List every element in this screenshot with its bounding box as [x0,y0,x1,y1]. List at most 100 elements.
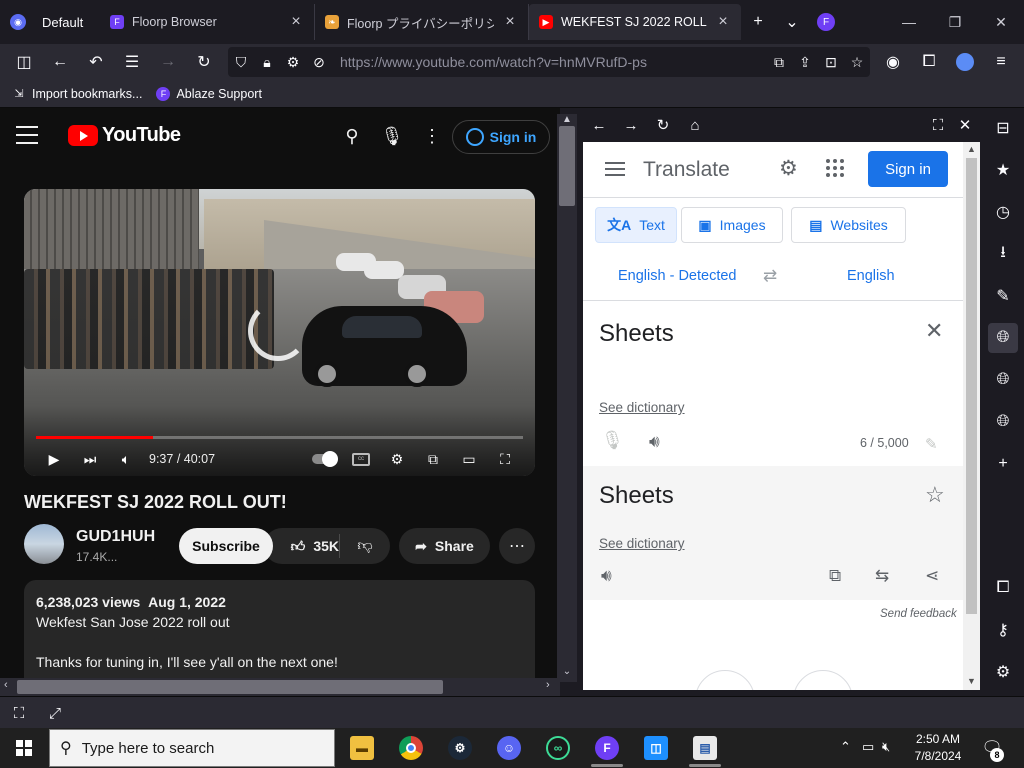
scroll-left-icon[interactable]: ‹ [4,679,8,691]
share-button[interactable]: ➦ Share [399,528,490,564]
settings-menu-button[interactable]: ⋮ [420,124,444,148]
mode-text-button[interactable]: 文A Text [595,207,677,243]
bookmark-ablaze-support[interactable]: F Ablaze Support [156,86,262,101]
undo-close-tab-button[interactable]: ↶ [78,46,114,78]
video-player[interactable]: ▶ ⏭ 🔈︎ 9:37 / 40:07 cc ⚙ ⧉ ▭ ⛶ [24,189,535,476]
sidebar-toggle-button[interactable]: ◫ [6,46,42,78]
source-language-selector[interactable]: English - Detected [618,268,736,284]
close-icon[interactable]: × [715,13,731,31]
account-button[interactable]: ◉ [875,46,911,78]
rate-translation-icon[interactable]: ⇆ [875,566,889,586]
scroll-down-icon[interactable]: ▼ [963,676,980,686]
extensions-button[interactable]: ⧠ [911,46,947,78]
youtube-horizontal-scrollbar[interactable]: ‹ › [0,678,560,696]
channel-name[interactable]: GUD1HUH [76,528,155,546]
mute-button[interactable]: 🔈︎ [114,447,138,471]
translate-menu-button[interactable] [605,162,625,180]
sidebar-history-button[interactable]: ◷ [988,197,1018,227]
source-text-input[interactable]: Sheets [599,320,674,348]
screenshot-button[interactable]: ⛶ [8,703,30,723]
youtube-vertical-scrollbar[interactable]: ▲ ⌄ [557,114,577,682]
autoplay-blocked-icon[interactable]: ⊘ [306,54,332,71]
send-feedback-link[interactable]: Send feedback [880,608,957,620]
sidebar-add-panel-button[interactable]: + [988,449,1018,479]
captions-button[interactable]: cc [348,447,374,471]
panel-expand-button[interactable]: ⛶ [926,114,950,136]
share-icon[interactable]: ⋖ [925,566,939,586]
sidebar-toolbox-button[interactable]: ⊟ [988,113,1018,143]
tree-tabs-button[interactable]: ☰ [114,46,150,78]
panel-close-button[interactable]: ✕ [953,114,977,136]
voice-input-icon[interactable]: 🎙︎ [601,430,624,451]
miniplayer-button[interactable]: ⧉ [420,447,446,471]
bookmark-import[interactable]: ⇲ Import bookmarks... [12,87,142,101]
settings-button[interactable]: ⚙ [384,447,410,471]
tab-floorp-browser[interactable]: F Floorp Browser × [100,4,315,40]
taskbar-app-news[interactable]: ▤ [681,728,729,768]
next-button[interactable]: ⏭ [78,447,102,471]
taskbar-floorp[interactable]: F [583,728,631,768]
dislike-button[interactable]: 👎︎ [340,537,390,555]
save-translation-star-icon[interactable]: ☆ [925,482,945,508]
like-button[interactable]: 👍︎ 35K [264,534,340,558]
taskbar-clock[interactable]: 2:50 AM 7/8/2024 [900,731,976,765]
target-language-selector[interactable]: English [847,268,895,284]
sidebar-settings-button[interactable]: ⚙ [988,657,1018,687]
start-button[interactable] [0,728,48,768]
youtube-logo[interactable]: YouTube [68,124,181,147]
mode-websites-button[interactable]: ▤ Websites [791,207,906,243]
video-progress-bar[interactable] [36,436,523,439]
scrollbar-thumb[interactable] [966,158,977,614]
taskbar-app-green[interactable]: ∞ [534,728,582,768]
sidebar-notes-button[interactable]: ✎ [988,281,1018,311]
shield-icon[interactable]: ⛉ [228,54,254,71]
sidebar-bookmarks-button[interactable]: ★ [988,155,1018,185]
tray-overflow-button[interactable]: ⌃ [840,739,851,755]
scroll-down-icon[interactable]: ⌄ [557,666,577,677]
search-button[interactable]: ⚲ [340,124,364,148]
back-button[interactable]: ← [42,46,78,78]
new-tab-button[interactable]: + [741,4,775,40]
scroll-up-icon[interactable]: ▲ [963,144,980,154]
forward-button[interactable]: → [150,46,186,78]
sidebar-addons-button[interactable]: ⧠ [988,573,1018,603]
minimize-button[interactable]: — [886,0,932,44]
picture-in-picture-icon[interactable]: ⧉ [766,54,792,71]
translate-title[interactable]: Translate [643,158,730,182]
sidebar-web-panel-translate[interactable]: 🌐︎ [988,323,1018,353]
play-button[interactable]: ▶ [42,447,66,471]
workspace-button[interactable]: ◉ Default [0,0,100,44]
permissions-icon[interactable]: ⚙ [280,54,306,71]
bookmark-star-icon[interactable]: ☆ [844,54,870,71]
maximize-button[interactable]: ❐ [932,0,978,44]
see-dictionary-link[interactable]: See dictionary [599,400,685,415]
panel-back-button[interactable]: ← [587,114,611,136]
see-dictionary-link[interactable]: See dictionary [599,536,685,551]
floorp-menu-button[interactable]: F [809,4,843,40]
url-bar[interactable]: ⛉ 🔒︎ ⚙ ⊘ https://www.youtube.com/watch?v… [228,47,870,77]
swap-languages-icon[interactable]: ⇄ [763,266,777,286]
resize-button[interactable]: ⤢ [44,703,66,723]
subscribe-button[interactable]: Subscribe [179,528,273,564]
channel-avatar[interactable] [24,524,64,564]
google-apps-icon[interactable] [826,159,844,177]
sidebar-web-panel-2[interactable]: 🌐︎ [988,365,1018,395]
sidebar-passwords-button[interactable]: ⚷ [988,615,1018,645]
reload-button[interactable]: ↻ [186,46,222,78]
youtube-sign-in-button[interactable]: Sign in [452,120,550,154]
mode-images-button[interactable]: ▣ Images [681,207,783,243]
scroll-up-icon[interactable]: ▲ [557,114,577,125]
taskbar-file-explorer[interactable]: ▬ [338,728,386,768]
autoplay-toggle[interactable] [310,447,338,471]
taskbar-steam[interactable]: ⚙ [436,728,484,768]
theater-mode-button[interactable]: ▭ [456,447,482,471]
panel-reload-button[interactable]: ↻ [651,114,675,136]
voice-search-button[interactable]: 🎙︎ [380,124,404,148]
app-menu-button[interactable]: ≡ [983,46,1019,78]
scrollbar-thumb[interactable] [17,680,443,694]
url-text[interactable]: https://www.youtube.com/watch?v=hnMVRufD… [340,54,766,70]
more-actions-button[interactable]: ⋯ [499,528,535,564]
close-icon[interactable]: × [502,13,518,31]
translate-settings-button[interactable]: ⚙ [779,156,798,181]
tray-network-icon[interactable]: ▭ [862,739,874,755]
